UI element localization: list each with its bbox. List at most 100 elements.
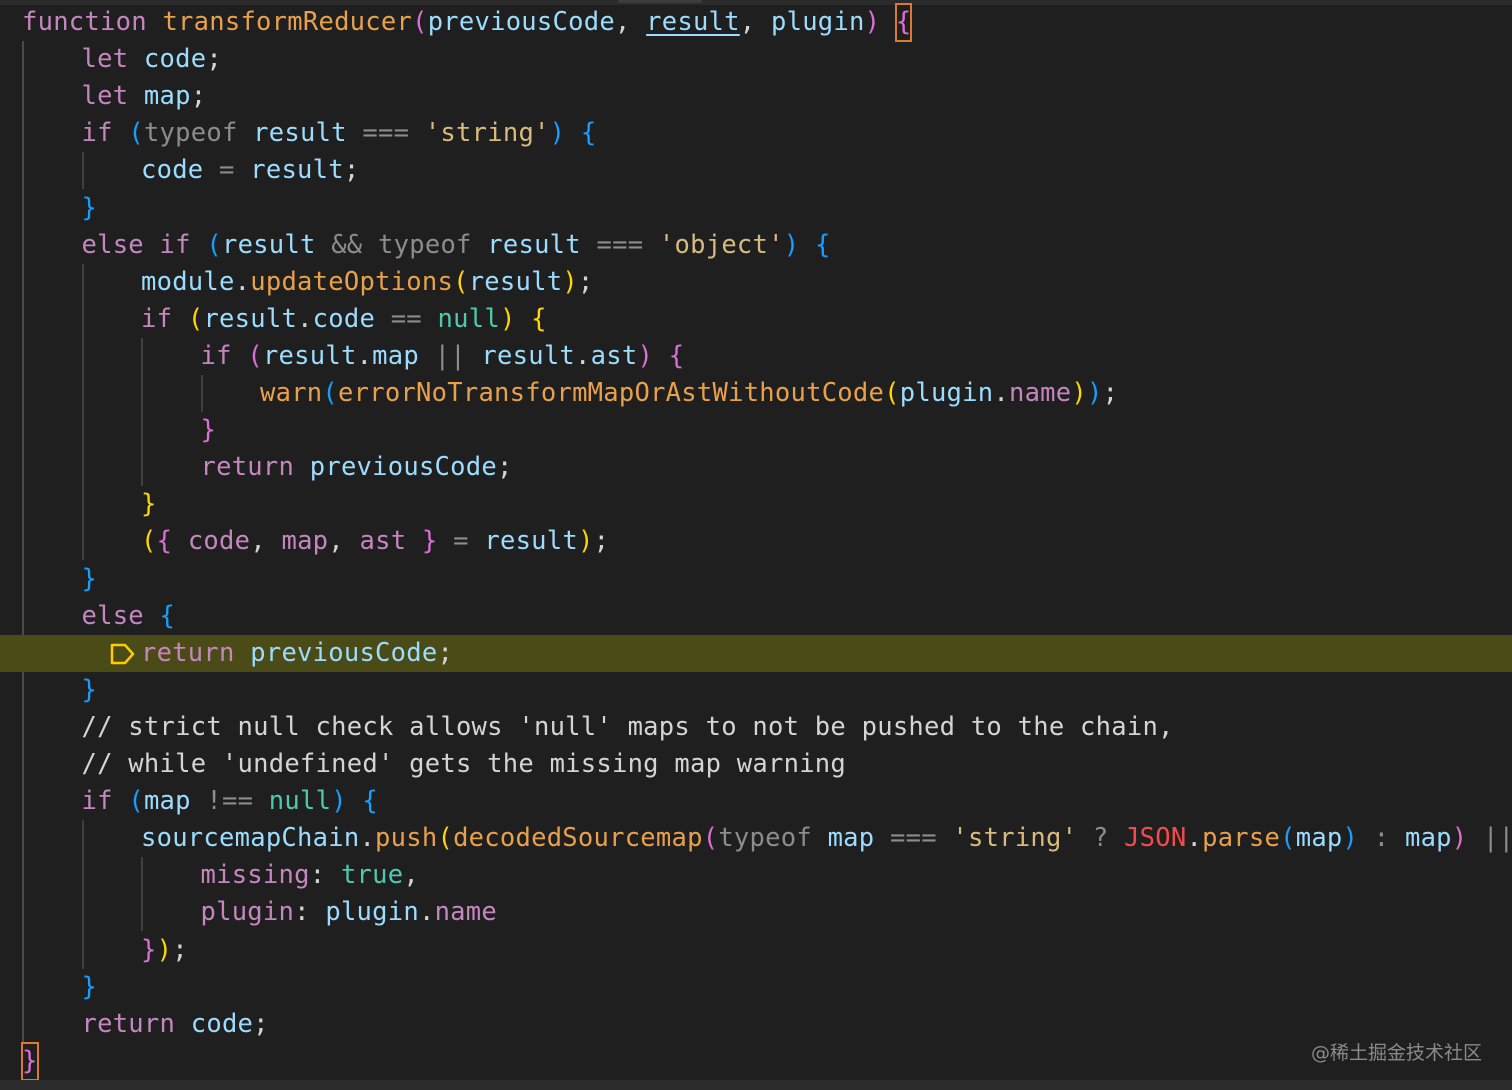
- code-token: result: [253, 118, 347, 149]
- code-line[interactable]: let map;: [0, 78, 1512, 115]
- code-token: sourcemapChain: [141, 823, 360, 854]
- code-line[interactable]: return code;: [0, 1006, 1512, 1043]
- code-line[interactable]: ({ code, map, ast } = result);: [0, 523, 1512, 560]
- code-token: =: [219, 155, 235, 186]
- code-line[interactable]: if (typeof result === 'string') {: [0, 115, 1512, 152]
- code-text: ({ code, map, ast } = result);: [141, 523, 609, 560]
- code-token: function: [22, 7, 147, 37]
- code-line[interactable]: else if (result && typeof result === 'ob…: [0, 227, 1512, 264]
- code-token: (: [437, 823, 454, 854]
- code-token: ,: [739, 7, 771, 37]
- code-line[interactable]: }: [0, 672, 1512, 709]
- code-token: .: [359, 823, 376, 854]
- code-line[interactable]: if (map !== null) {: [0, 783, 1512, 820]
- code-text: plugin: plugin.name: [201, 894, 498, 931]
- code-token: :: [309, 860, 341, 891]
- code-text: missing: true,: [201, 857, 419, 894]
- code-token: result: [481, 340, 576, 371]
- code-line[interactable]: missing: true,: [0, 857, 1512, 894]
- code-token: &&: [331, 229, 363, 260]
- code-text: }: [82, 561, 98, 598]
- code-token: .: [418, 897, 435, 928]
- code-text: warn(errorNoTransformMapOrAstWithoutCode…: [260, 375, 1118, 412]
- code-line[interactable]: plugin: plugin.name: [0, 894, 1512, 931]
- code-token: (: [247, 340, 263, 371]
- code-text: else if (result && typeof result === 'ob…: [82, 227, 831, 264]
- code-token: ): [637, 340, 654, 371]
- active-tab-indicator[interactable]: [618, 0, 702, 3]
- code-token: return: [141, 637, 235, 668]
- code-token: previousCode: [250, 637, 438, 668]
- code-token: ): [499, 303, 516, 334]
- code-token: previousCode: [309, 452, 497, 483]
- code-line[interactable]: });: [0, 932, 1512, 969]
- code-token: ): [1342, 823, 1359, 854]
- code-text: if (map !== null) {: [82, 783, 379, 820]
- code-editor[interactable]: function transformReducer(previousCode, …: [0, 0, 1512, 1081]
- code-line[interactable]: // while 'undefined' gets the missing ma…: [0, 746, 1512, 783]
- code-line[interactable]: }: [0, 412, 1512, 449]
- code-line[interactable]: return previousCode;: [0, 449, 1512, 486]
- code-line[interactable]: }: [0, 1041, 1512, 1081]
- code-line[interactable]: // strict null check allows 'null' maps …: [0, 709, 1512, 746]
- code-token: :: [294, 897, 326, 928]
- code-line[interactable]: }: [0, 561, 1512, 598]
- code-token: }: [81, 563, 98, 594]
- code-line[interactable]: warn(errorNoTransformMapOrAstWithoutCode…: [0, 375, 1512, 412]
- code-token: ,: [250, 526, 282, 557]
- code-token: ;: [496, 452, 513, 483]
- code-line[interactable]: function transformReducer(previousCode, …: [0, 3, 1512, 42]
- code-text: });: [141, 932, 188, 969]
- code-token: typeof: [378, 229, 472, 260]
- code-line[interactable]: sourcemapChain.push(decodedSourcemap(typ…: [0, 820, 1512, 857]
- code-line[interactable]: }: [0, 190, 1512, 227]
- code-text: return code;: [82, 1006, 269, 1043]
- code-token: }: [141, 489, 157, 520]
- code-token: ,: [403, 860, 419, 891]
- code-text: if (result.map || result.ast) {: [201, 338, 685, 375]
- current-line[interactable]: return previousCode;: [0, 634, 1512, 672]
- code-text: }: [82, 190, 98, 227]
- breakpoint-pause-icon[interactable]: [108, 642, 136, 666]
- code-token: missing: [200, 860, 310, 891]
- code-line[interactable]: module.updateOptions(result);: [0, 264, 1512, 301]
- watermark: @稀土掘金技术社区: [1310, 1042, 1482, 1064]
- code-token: ;: [343, 155, 360, 186]
- code-line[interactable]: }: [0, 969, 1512, 1006]
- code-token: {: [894, 3, 913, 42]
- code-token: }: [421, 526, 438, 557]
- code-token: warn: [260, 378, 323, 408]
- code-line[interactable]: if (result.code == null) {: [0, 301, 1512, 338]
- code-token: null: [268, 786, 332, 817]
- code-token: result: [468, 266, 563, 297]
- code-token: if: [81, 118, 113, 149]
- code-token: {: [156, 526, 173, 557]
- code-token: 'string': [424, 118, 550, 149]
- code-token: ;: [172, 934, 188, 965]
- code-token: ;: [593, 526, 610, 557]
- code-token: else: [81, 229, 144, 260]
- code-line[interactable]: code = result;: [0, 152, 1512, 189]
- code-line[interactable]: let code;: [0, 41, 1512, 78]
- code-line[interactable]: if (result.map || result.ast) {: [0, 338, 1512, 375]
- code-line[interactable]: else {: [0, 598, 1512, 635]
- horizontal-scrollbar[interactable]: [0, 1080, 1512, 1090]
- code-line[interactable]: }: [0, 486, 1512, 523]
- code-token: name: [1008, 378, 1072, 408]
- code-token: name: [434, 897, 497, 928]
- code-token: code: [143, 44, 207, 75]
